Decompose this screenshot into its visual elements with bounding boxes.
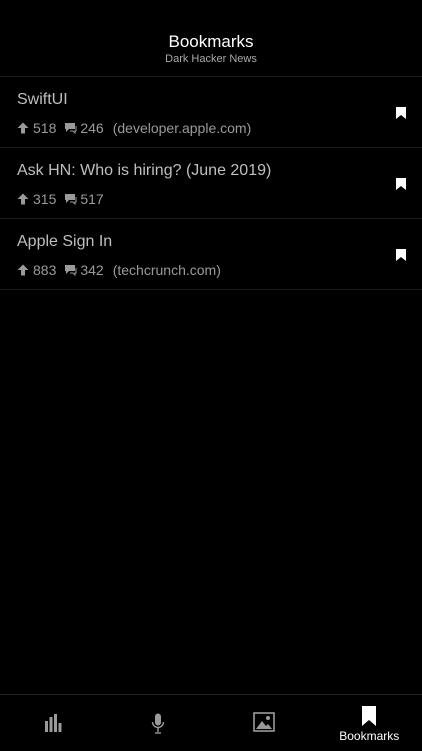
upvote-arrow-icon [17, 122, 29, 134]
story-comments: 517 [80, 191, 103, 207]
comment-icon [64, 122, 76, 134]
story-row[interactable]: Ask HN: Who is hiring? (June 2019) 315 5… [0, 148, 422, 219]
bookmark-icon[interactable] [396, 249, 406, 261]
page-subtitle: Dark Hacker News [0, 53, 422, 65]
bookmark-list: SwiftUI 518 246 (developer.apple.com) As… [0, 77, 422, 290]
page-title: Bookmarks [0, 32, 422, 52]
story-points: 883 [33, 262, 56, 278]
image-icon [253, 712, 275, 732]
story-domain: (techcrunch.com) [113, 262, 221, 278]
tab-label: Bookmarks [317, 729, 422, 743]
story-title: Ask HN: Who is hiring? (June 2019) [17, 162, 271, 180]
comment-icon [64, 193, 76, 205]
bookmark-icon [362, 706, 376, 726]
story-meta: 883 342 (techcrunch.com) [17, 262, 221, 278]
story-title: SwiftUI [17, 91, 68, 109]
bar-chart-icon [43, 713, 63, 733]
upvote-arrow-icon [17, 264, 29, 276]
upvote-arrow-icon [17, 193, 29, 205]
story-title: Apple Sign In [17, 233, 112, 251]
bookmark-icon[interactable] [396, 107, 406, 119]
story-meta: 315 517 [17, 191, 113, 207]
nav-header: Bookmarks Dark Hacker News [0, 0, 422, 77]
story-comments: 246 [80, 120, 103, 136]
comment-icon [64, 264, 76, 276]
story-meta: 518 246 (developer.apple.com) [17, 120, 251, 136]
story-domain: (developer.apple.com) [113, 120, 252, 136]
story-comments: 342 [80, 262, 103, 278]
tab-bookmarks[interactable]: Bookmarks [317, 695, 422, 751]
story-row[interactable]: Apple Sign In 883 342 (techcrunch.com) [0, 219, 422, 290]
tab-images[interactable] [211, 695, 317, 751]
bookmark-icon[interactable] [396, 178, 406, 190]
story-points: 315 [33, 191, 56, 207]
tab-top-stories[interactable] [0, 695, 106, 751]
microphone-icon [151, 713, 165, 735]
tab-bar: Bookmarks [0, 694, 422, 750]
story-points: 518 [33, 120, 56, 136]
story-row[interactable]: SwiftUI 518 246 (developer.apple.com) [0, 77, 422, 148]
tab-audio[interactable] [106, 695, 212, 751]
